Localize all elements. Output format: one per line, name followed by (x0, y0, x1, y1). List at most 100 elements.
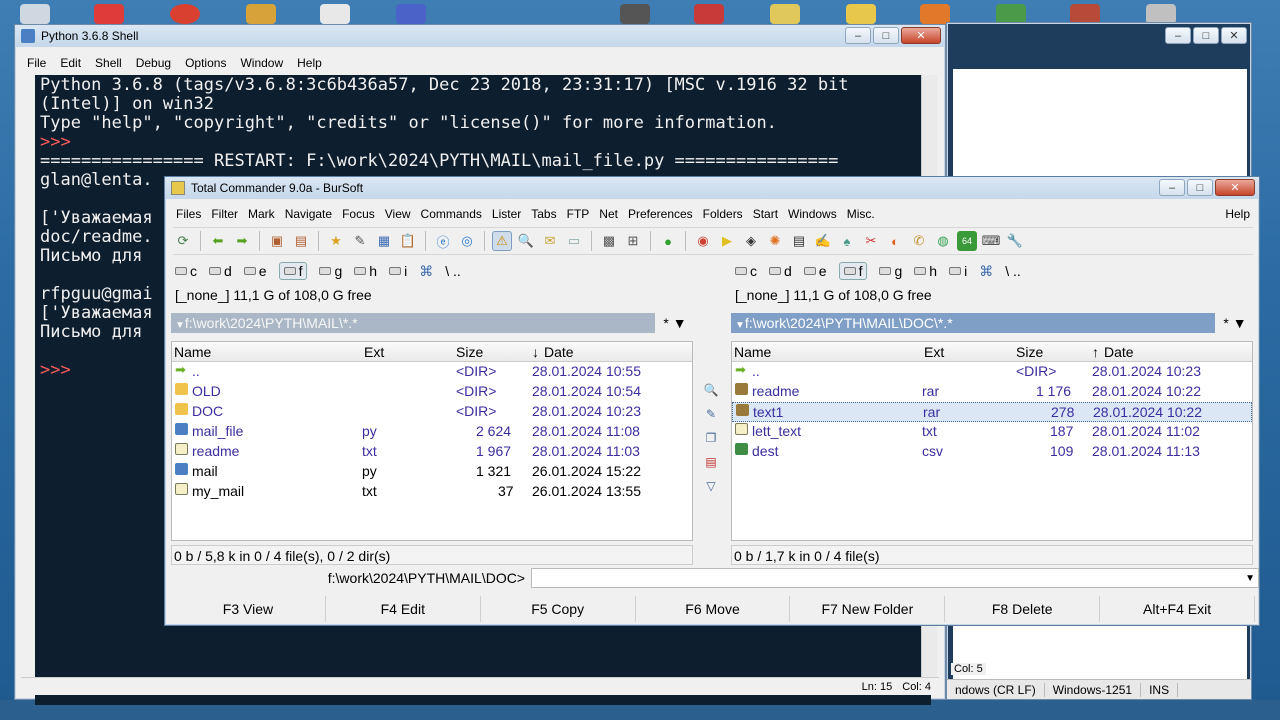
col-date-header[interactable]: Date (1104, 344, 1134, 360)
col-name-header[interactable]: Name (174, 344, 211, 360)
menu-help[interactable]: Help (297, 56, 322, 70)
edit-icon[interactable]: ✎ (706, 407, 716, 421)
drive-h-button[interactable]: h (914, 263, 937, 279)
app-icon[interactable]: ✂ (861, 231, 881, 251)
browser-icon[interactable]: ⓔ (433, 231, 453, 251)
app-icon[interactable] (920, 4, 950, 24)
close-button[interactable]: ✕ (1221, 27, 1247, 44)
col-ext-header[interactable]: Ext (924, 344, 944, 360)
col-name-header[interactable]: Name (734, 344, 771, 360)
drive-c-button[interactable]: c (175, 263, 197, 279)
right-file-list[interactable]: Name Ext Size ↑ Date ➡ .. <DIR> 28.01.20… (731, 341, 1253, 541)
drive-i-button[interactable]: i (389, 263, 407, 279)
col-size-header[interactable]: Size (1016, 344, 1043, 360)
f8-delete-button[interactable]: F8 Delete (945, 596, 1101, 622)
f4-edit-button[interactable]: F4 Edit (325, 596, 481, 622)
menu-preferences[interactable]: Preferences (623, 207, 698, 221)
network-icon[interactable]: ⌘ (419, 263, 433, 280)
network-icon[interactable]: ⌘ (979, 263, 993, 280)
recycle-bin-icon[interactable] (20, 4, 50, 24)
app-icon[interactable] (694, 4, 724, 24)
menu-files[interactable]: Files (171, 207, 206, 221)
notepad-icon[interactable]: ✍ (813, 231, 833, 251)
app-icon[interactable] (1146, 4, 1176, 24)
app-icon[interactable]: ✺ (765, 231, 785, 251)
right-filter-dropdown[interactable]: * ▼ (1215, 315, 1255, 331)
drive-f-button[interactable]: f (278, 262, 308, 280)
file-row[interactable]: readme rar 1 176 28.01.2024 10:22 (732, 382, 1252, 402)
chevron-down-icon[interactable]: ▽ (706, 479, 715, 493)
paint-icon[interactable]: ♠ (837, 231, 857, 251)
f6-move-button[interactable]: F6 Move (635, 596, 791, 622)
menu-net[interactable]: Net (594, 207, 623, 221)
menu-ftp[interactable]: FTP (562, 207, 595, 221)
col-size-header[interactable]: Size (456, 344, 483, 360)
f3-view-button[interactable]: F3 View (171, 596, 326, 622)
f5-copy-button[interactable]: F5 Copy (480, 596, 636, 622)
pdf-icon[interactable]: ▤ (789, 231, 809, 251)
f7-new-folder-button[interactable]: F7 New Folder (790, 596, 946, 622)
app-icon[interactable]: ◈ (741, 231, 761, 251)
drive-f-button[interactable]: f (838, 262, 868, 280)
forward-arrow-icon[interactable]: ➡ (232, 231, 252, 251)
back-arrow-icon[interactable]: ⬅ (208, 231, 228, 251)
notes-icon[interactable]: ✉ (540, 231, 560, 251)
search-icon[interactable]: 🔍 (516, 231, 536, 251)
file-row[interactable]: lett_text txt 187 28.01.2024 11:02 (732, 422, 1252, 442)
terminal-icon[interactable]: ⌨ (981, 231, 1001, 251)
menu-lister[interactable]: Lister (487, 207, 526, 221)
drive-d-button[interactable]: d (209, 263, 232, 279)
maximize-button[interactable]: □ (1193, 27, 1219, 44)
folder-icon[interactable] (846, 4, 876, 24)
left-current-path[interactable]: ▼f:\work\2024\PYTH\MAIL\*.* (171, 313, 655, 333)
close-button[interactable]: ✕ (901, 27, 941, 44)
chrome-icon[interactable] (170, 4, 200, 24)
total-commander-window[interactable]: Total Commander 9.0a - BurSoft – □ ✕ Fil… (164, 176, 1260, 626)
python-shell-titlebar[interactable]: Python 3.6.8 Shell – □ ✕ (15, 25, 945, 47)
menu-start[interactable]: Start (748, 207, 783, 221)
app-icon[interactable] (1070, 4, 1100, 24)
left-filter-dropdown[interactable]: * ▼ (655, 315, 695, 331)
root-and-parent-buttons[interactable]: \ .. (445, 263, 461, 279)
minimize-button[interactable]: – (845, 27, 871, 44)
menu-tabs[interactable]: Tabs (526, 207, 561, 221)
image-icon[interactable]: ▩ (599, 231, 619, 251)
app-icon[interactable] (996, 4, 1026, 24)
app-icon[interactable] (246, 4, 276, 24)
search-icon[interactable]: 🔍 (704, 383, 719, 397)
unpack-icon[interactable]: ▤ (291, 231, 311, 251)
minimize-button[interactable]: – (1159, 179, 1185, 196)
menu-file[interactable]: File (27, 56, 46, 70)
col-ext-header[interactable]: Ext (364, 344, 384, 360)
menu-edit[interactable]: Edit (60, 56, 81, 70)
menu-options[interactable]: Options (185, 56, 226, 70)
screen-icon[interactable]: ▭ (564, 231, 584, 251)
drive-g-button[interactable]: g (319, 263, 342, 279)
app-icon[interactable]: ◉ (693, 231, 713, 251)
file-row[interactable]: OLD <DIR> 28.01.2024 10:54 (172, 382, 692, 402)
copy-icon[interactable]: ❐ (706, 431, 717, 445)
compare-icon[interactable]: ▦ (374, 231, 394, 251)
menu-misc[interactable]: Misc. (842, 207, 880, 221)
close-button[interactable]: ✕ (1215, 179, 1255, 196)
app-icon[interactable] (620, 4, 650, 24)
app-icon[interactable]: ◍ (933, 231, 953, 251)
drive-h-button[interactable]: h (354, 263, 377, 279)
chevron-down-icon[interactable]: ▼ (1245, 573, 1255, 584)
menu-commands[interactable]: Commands (416, 207, 487, 221)
drive-c-button[interactable]: c (735, 263, 757, 279)
file-row[interactable]: dest csv 109 28.01.2024 11:13 (732, 442, 1252, 462)
root-and-parent-buttons[interactable]: \ .. (1005, 263, 1021, 279)
refresh-icon[interactable]: ⟳ (173, 231, 193, 251)
drive-i-button[interactable]: i (949, 263, 967, 279)
file-row[interactable]: ➡ .. <DIR> 28.01.2024 10:23 (732, 362, 1252, 382)
app-icon[interactable] (770, 4, 800, 24)
pack-icon[interactable]: ▣ (267, 231, 287, 251)
tools-icon[interactable]: 🔧 (1005, 231, 1025, 251)
command-line-input[interactable] (531, 568, 1260, 588)
drive-g-button[interactable]: g (879, 263, 902, 279)
tc-titlebar[interactable]: Total Commander 9.0a - BurSoft – □ ✕ (165, 177, 1259, 199)
file-row[interactable]: DOC <DIR> 28.01.2024 10:23 (172, 402, 692, 422)
menu-window[interactable]: Window (240, 56, 283, 70)
menu-view[interactable]: View (380, 207, 416, 221)
